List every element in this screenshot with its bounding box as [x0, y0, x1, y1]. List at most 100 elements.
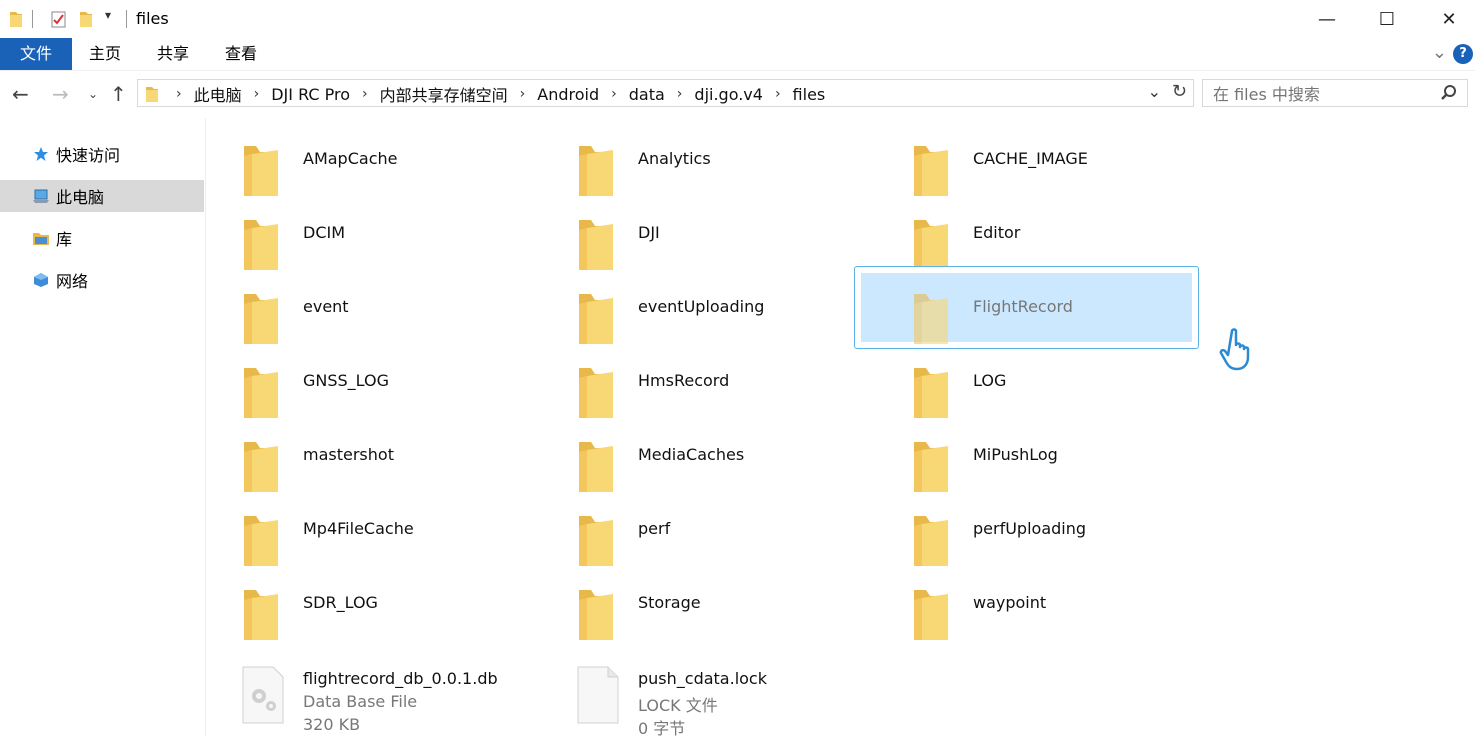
- nav-item-quick-access[interactable]: 快速访问: [0, 138, 204, 170]
- divider: [32, 10, 33, 28]
- file-item[interactable]: push_cdata.lock LOCK 文件 0 字节: [541, 654, 881, 738]
- breadcrumb-files[interactable]: files: [793, 85, 826, 104]
- expand-ribbon-chevron-icon[interactable]: ⌄: [1432, 42, 1447, 63]
- nav-item-this-pc[interactable]: 此电脑: [0, 180, 204, 212]
- address-bar[interactable]: › 此电脑 › DJI RC Pro › 内部共享存储空间 › Android …: [137, 79, 1194, 107]
- file-name: flightrecord_db_0.0.1.db: [303, 669, 498, 688]
- close-button[interactable]: ✕: [1418, 0, 1475, 38]
- folder-icon: [242, 364, 280, 420]
- breadcrumb-separator-icon[interactable]: ›: [362, 86, 368, 102]
- folder-item[interactable]: DJI: [541, 204, 881, 274]
- folder-icon: [242, 438, 280, 494]
- folder-item[interactable]: waypoint: [876, 574, 1216, 644]
- breadcrumb-separator-icon[interactable]: ›: [520, 86, 526, 102]
- forward-arrow-icon[interactable]: →: [52, 80, 69, 108]
- refresh-icon[interactable]: ↻: [1172, 81, 1187, 102]
- folder-icon: [577, 586, 615, 642]
- folder-item[interactable]: LOG: [876, 352, 1216, 422]
- search-box[interactable]: [1202, 79, 1468, 107]
- folder-item[interactable]: eventUploading: [541, 278, 881, 348]
- folder-item[interactable]: AMapCache: [206, 130, 546, 200]
- star-icon: [32, 145, 50, 163]
- folder-icon: [242, 512, 280, 568]
- tab-share[interactable]: 共享: [140, 38, 206, 70]
- folder-item[interactable]: HmsRecord: [541, 352, 881, 422]
- breadcrumb-dji-go-v4[interactable]: dji.go.v4: [694, 85, 763, 104]
- nav-item-label: 快速访问: [56, 146, 121, 165]
- back-arrow-icon[interactable]: ←: [12, 80, 29, 108]
- folder-item[interactable]: FlightRecord: [854, 266, 1216, 349]
- breadcrumb-android[interactable]: Android: [537, 85, 599, 104]
- breadcrumb-separator-icon[interactable]: ›: [677, 86, 683, 102]
- navigation-pane: 快速访问 此电脑 库 网络: [0, 118, 206, 736]
- folder-name: MiPushLog: [973, 445, 1058, 464]
- folder-name: Editor: [973, 223, 1021, 242]
- database-file-icon: [242, 666, 284, 724]
- folder-name: DCIM: [303, 223, 346, 242]
- breadcrumb-data[interactable]: data: [629, 85, 665, 104]
- folder-item[interactable]: Mp4FileCache: [206, 500, 546, 570]
- search-input[interactable]: [1211, 82, 1435, 106]
- folder-name: perfUploading: [973, 519, 1087, 538]
- hand-cursor-icon: [1219, 328, 1250, 371]
- nav-item-libraries[interactable]: 库: [0, 222, 204, 254]
- tab-home[interactable]: 主页: [72, 38, 138, 70]
- divider: [126, 10, 127, 28]
- folder-name: AMapCache: [303, 149, 398, 168]
- breadcrumb-dji-rc-pro[interactable]: DJI RC Pro: [271, 85, 350, 104]
- folder-icon: [242, 290, 280, 346]
- nav-item-label: 网络: [56, 272, 89, 291]
- folder-icon: [242, 216, 280, 272]
- search-icon[interactable]: [1439, 83, 1459, 103]
- folder-item[interactable]: perfUploading: [876, 500, 1216, 570]
- address-history-chevron-icon[interactable]: ⌄: [1148, 82, 1161, 101]
- folder-item[interactable]: Editor: [876, 204, 1216, 274]
- folder-item[interactable]: event: [206, 278, 546, 348]
- file-item[interactable]: flightrecord_db_0.0.1.db Data Base File 32…: [206, 654, 546, 734]
- folder-icon: [577, 142, 615, 198]
- file-name: push_cdata.lock: [638, 669, 767, 688]
- folder-item[interactable]: DCIM: [206, 204, 546, 274]
- up-arrow-icon[interactable]: ↑: [110, 80, 127, 108]
- folder-name: waypoint: [973, 593, 1047, 612]
- folder-icon: [912, 586, 950, 642]
- breadcrumb-separator-icon[interactable]: ›: [176, 86, 182, 102]
- folder-item[interactable]: SDR_LOG: [206, 574, 546, 644]
- file-type: LOCK 文件: [638, 696, 718, 715]
- breadcrumb-internal-storage[interactable]: 内部共享存储空间: [380, 82, 508, 106]
- file-list: AMapCache Analytics CACHE_IMAGE DCIM DJI Edit…: [206, 118, 1475, 738]
- folder-item[interactable]: MiPushLog: [876, 426, 1216, 496]
- folder-item[interactable]: GNSS_LOG: [206, 352, 546, 422]
- ribbon-tabs: 文件 主页 共享 查看 ⌄ ?: [0, 38, 1475, 71]
- folder-item[interactable]: MediaCaches: [541, 426, 881, 496]
- recent-locations-chevron-icon[interactable]: ⌄: [88, 80, 98, 108]
- folder-icon: [577, 512, 615, 568]
- window-title: files: [136, 9, 169, 28]
- folder-name: Mp4FileCache: [303, 519, 414, 538]
- tab-file[interactable]: 文件: [0, 38, 72, 70]
- folder-icon: [242, 142, 280, 198]
- folder-name: Storage: [638, 593, 701, 612]
- folder-item[interactable]: Analytics: [541, 130, 881, 200]
- nav-item-label: 库: [56, 230, 73, 249]
- help-button[interactable]: ?: [1453, 44, 1473, 64]
- breadcrumb-separator-icon[interactable]: ›: [611, 86, 617, 102]
- folder-icon: [912, 438, 950, 494]
- folder-item[interactable]: Storage: [541, 574, 881, 644]
- folder-icon: [912, 216, 950, 272]
- folder-item[interactable]: mastershot: [206, 426, 546, 496]
- tab-view[interactable]: 查看: [208, 38, 274, 70]
- breadcrumb-separator-icon[interactable]: ›: [775, 86, 781, 102]
- breadcrumb-this-pc[interactable]: 此电脑: [194, 82, 242, 106]
- folder-item[interactable]: perf: [541, 500, 881, 570]
- breadcrumb-separator-icon[interactable]: ›: [254, 86, 260, 102]
- folder-name: FlightRecord: [973, 297, 1073, 316]
- nav-item-network[interactable]: 网络: [0, 264, 204, 296]
- folder-icon: [912, 512, 950, 568]
- minimize-button[interactable]: —: [1296, 0, 1358, 38]
- folder-item[interactable]: CACHE_IMAGE: [876, 130, 1216, 200]
- properties-icon[interactable]: [50, 9, 68, 29]
- new-folder-icon[interactable]: [78, 9, 94, 29]
- maximize-button[interactable]: ☐: [1356, 0, 1418, 38]
- customize-toolbar-chevron-icon[interactable]: ▾: [105, 8, 111, 28]
